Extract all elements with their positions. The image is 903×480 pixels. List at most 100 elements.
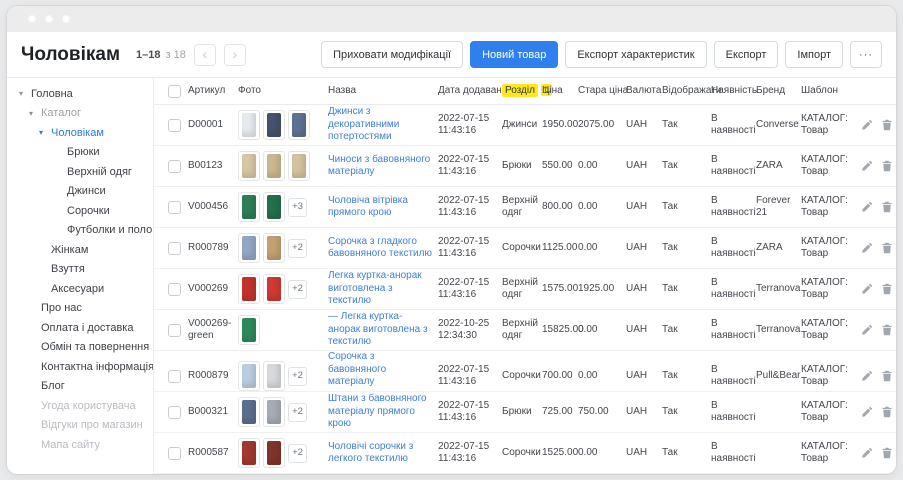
price-cell: 1575.00	[542, 283, 578, 296]
column-header-section[interactable]: Розділ⇅	[502, 85, 542, 98]
row-checkbox[interactable]	[168, 201, 181, 214]
sidebar-item[interactable]: ▾ Головна	[17, 84, 151, 104]
window-control-dot[interactable]	[45, 15, 53, 23]
delete-button[interactable]	[881, 160, 893, 172]
more-photos-badge[interactable]: +2	[288, 444, 307, 463]
product-name-link[interactable]: Чоловічі сорочки з легкого текстилю	[328, 441, 413, 465]
row-checkbox[interactable]	[168, 324, 181, 337]
sidebar-item[interactable]: ▾ Взуття	[17, 260, 151, 280]
delete-button[interactable]	[881, 406, 893, 418]
sidebar-item[interactable]: ▾ Жінкам	[17, 240, 151, 260]
row-checkbox[interactable]	[168, 160, 181, 173]
pagination-prev-button[interactable]: ‹	[194, 44, 216, 66]
edit-button[interactable]	[861, 283, 873, 295]
more-actions-button[interactable]: ···	[850, 41, 882, 68]
sidebar-item[interactable]: ▾ Брюки	[17, 143, 151, 163]
currency-cell: UAH	[626, 242, 662, 255]
column-header-brand[interactable]: Бренд	[756, 85, 801, 98]
select-all-checkbox[interactable]	[168, 85, 181, 98]
availability-cell: В наявності	[711, 277, 756, 302]
section-cell: Брюки	[502, 160, 542, 173]
edit-button[interactable]	[861, 242, 873, 254]
column-header-old-price[interactable]: Стара ціна	[578, 85, 626, 98]
more-photos-badge[interactable]: +2	[288, 367, 307, 386]
product-name-link[interactable]: Джинси з декоративними потертостями	[328, 106, 399, 142]
photo-cell	[238, 110, 328, 140]
sidebar-item[interactable]: ▾ Каталог	[17, 104, 151, 124]
delete-button[interactable]	[881, 242, 893, 254]
delete-button[interactable]	[881, 283, 893, 295]
row-checkbox[interactable]	[168, 283, 181, 296]
export-characteristics-button[interactable]: Експорт характеристик	[565, 41, 706, 68]
delete-button[interactable]	[881, 324, 893, 336]
edit-button[interactable]	[861, 447, 873, 459]
row-checkbox[interactable]	[168, 406, 181, 419]
edit-button[interactable]	[861, 370, 873, 382]
edit-button[interactable]	[861, 406, 873, 418]
column-header-name[interactable]: Назва	[328, 85, 438, 98]
hide-modifications-button[interactable]: Приховати модифікації	[321, 41, 463, 68]
row-checkbox[interactable]	[168, 119, 181, 132]
more-photos-badge[interactable]: +3	[288, 198, 307, 217]
sidebar-item[interactable]: ▾ Сорочки	[17, 201, 151, 221]
export-button[interactable]: Експорт	[714, 41, 779, 68]
sidebar-item[interactable]: ▾ Аксесуари	[17, 279, 151, 299]
column-header-sku[interactable]: Артикул	[188, 85, 238, 98]
row-checkbox[interactable]	[168, 242, 181, 255]
currency-cell: UAH	[626, 160, 662, 173]
sidebar-item[interactable]: ▾ Чоловікам	[17, 123, 151, 143]
column-header-price[interactable]: Ціна	[542, 85, 578, 98]
sidebar-item-label: Контактна інформація	[41, 361, 153, 373]
product-name-link[interactable]: Чиноси з бавовняного матеріалу	[328, 154, 430, 178]
sidebar-item[interactable]: ▾ Відгуки про магазин	[17, 416, 151, 436]
window-control-dot[interactable]	[28, 15, 36, 23]
sidebar-item[interactable]: ▾ Угода користувача	[17, 396, 151, 416]
column-header-date[interactable]: Дата додавання	[438, 85, 502, 98]
sku-cell: R000789	[188, 242, 238, 255]
delete-button[interactable]	[881, 370, 893, 382]
row-checkbox[interactable]	[168, 370, 181, 383]
delete-button[interactable]	[881, 447, 893, 459]
more-photos-badge[interactable]: +2	[288, 403, 307, 422]
edit-button[interactable]	[861, 324, 873, 336]
sidebar-item[interactable]: ▾ Верхній одяг	[17, 162, 151, 182]
product-name-link[interactable]: Сорочка з бавовняного матеріалу притален…	[328, 351, 412, 392]
trash-icon	[881, 119, 893, 131]
sidebar-item[interactable]: ▾ Про нас	[17, 299, 151, 319]
delete-button[interactable]	[881, 201, 893, 213]
column-header-currency[interactable]: Валюта	[626, 85, 662, 98]
column-header-display[interactable]: Відображати	[662, 85, 711, 98]
sidebar-item[interactable]: ▾ Мапа сайту	[17, 435, 151, 455]
new-product-button[interactable]: Новий товар	[470, 41, 558, 68]
sidebar-item[interactable]: ▾ Контактна інформація	[17, 357, 151, 377]
product-name-link[interactable]: Чоловіча вітрівка прямого крою	[328, 195, 408, 219]
product-name-link[interactable]: Штани з бавовняного матеріалу прямого кр…	[328, 393, 427, 429]
currency-cell: UAH	[626, 324, 662, 337]
product-name-link[interactable]: — Легка куртка-анорак виготовлена з текс…	[328, 311, 428, 347]
row-checkbox[interactable]	[168, 447, 181, 460]
more-photos-badge[interactable]: +2	[288, 239, 307, 258]
name-cell: Легка куртка-анорак виготовлена з тексти…	[328, 270, 438, 308]
sidebar-item[interactable]: ▾ Оплата і доставка	[17, 318, 151, 338]
more-photos-badge[interactable]: +2	[288, 280, 307, 299]
column-header-availability[interactable]: Наявність	[711, 85, 756, 98]
import-button[interactable]: Імпорт	[785, 41, 843, 68]
edit-button[interactable]	[861, 201, 873, 213]
edit-button[interactable]	[861, 160, 873, 172]
name-cell: Штани з бавовняного матеріалу прямого кр…	[328, 393, 438, 431]
sidebar-item[interactable]: ▾ Футболки и поло	[17, 221, 151, 241]
column-header-photo[interactable]: Фото	[238, 85, 328, 98]
sidebar-item-label: Мапа сайту	[41, 439, 100, 451]
table-row: V000269 +2 Легка куртка-анорак виготовле…	[154, 269, 896, 310]
sidebar-item[interactable]: ▾ Блог	[17, 377, 151, 397]
pagination-next-button[interactable]: ›	[224, 44, 246, 66]
edit-button[interactable]	[861, 119, 873, 131]
sidebar-item[interactable]: ▾ Джинси	[17, 182, 151, 202]
window-control-dot[interactable]	[62, 15, 70, 23]
product-name-link[interactable]: Легка куртка-анорак виготовлена з тексти…	[328, 270, 422, 306]
sidebar-item[interactable]: ▾ Обмін та повернення	[17, 338, 151, 358]
product-name-link[interactable]: Сорочка з гладкого бавовняного текстилю	[328, 236, 432, 260]
column-header-template[interactable]: Шаблон	[801, 85, 861, 98]
app-window: Чоловікам 1–18 з 18 ‹ › Приховати модифі…	[7, 6, 896, 474]
delete-button[interactable]	[881, 119, 893, 131]
